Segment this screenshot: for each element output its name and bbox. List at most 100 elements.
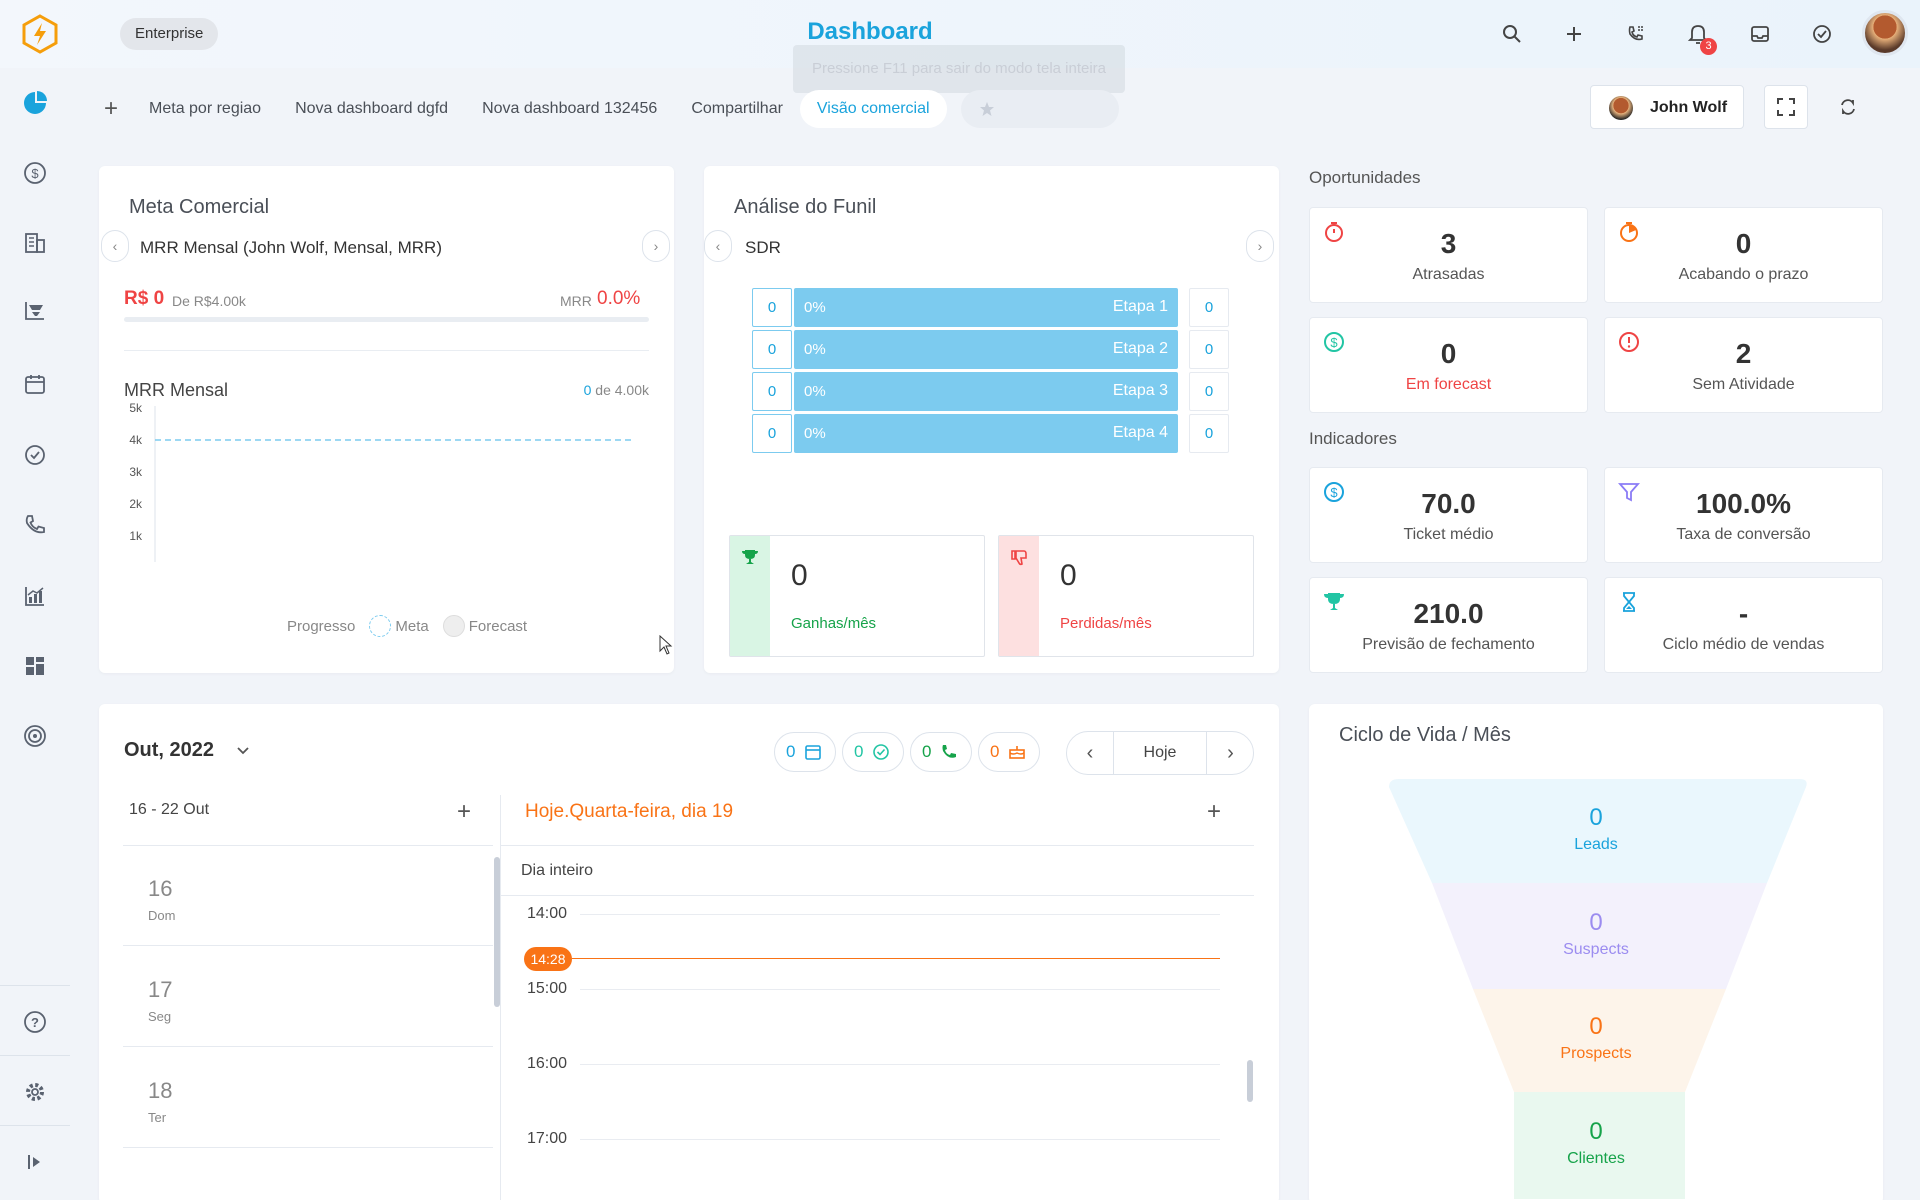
stage-label: Etapa 4 (1112, 424, 1168, 441)
building-icon[interactable] (17, 225, 53, 261)
expand-sidebar-icon[interactable] (17, 1144, 53, 1180)
events-count-button[interactable]: 0 (774, 732, 836, 772)
em-forecast-card[interactable]: $ 0 Em forecast (1309, 317, 1588, 413)
chevron-down-icon[interactable] (236, 746, 250, 756)
ticket-medio-card[interactable]: $ 70.0 Ticket médio (1309, 467, 1588, 563)
inbox-icon[interactable] (1742, 16, 1778, 52)
acabando-prazo-card[interactable]: 0 Acabando o prazo (1604, 207, 1883, 303)
radar-icon[interactable] (17, 718, 53, 754)
clientes-label: Clientes (1567, 1150, 1625, 1167)
fullscreen-button[interactable] (1764, 85, 1808, 129)
refresh-icon (1841, 99, 1855, 115)
legend-forecast[interactable]: Forecast (469, 618, 527, 635)
add-tab-button[interactable]: + (90, 95, 132, 123)
day-view-scrollbar[interactable] (1247, 1060, 1253, 1102)
analytics-icon[interactable] (17, 578, 53, 614)
tab-compartilhar[interactable]: Compartilhar (674, 90, 800, 128)
add-event-day-button[interactable]: + (1207, 798, 1221, 826)
previsao-fechamento-card[interactable]: 210.0 Previsão de fechamento (1309, 577, 1588, 673)
lifecycle-leads[interactable]: 0 Leads (1309, 804, 1883, 854)
legend-meta[interactable]: Meta (395, 618, 428, 635)
stage-count: 0 (752, 288, 792, 327)
svg-text:$: $ (31, 166, 39, 181)
calls-count-button[interactable]: 0 (910, 732, 972, 772)
atrasadas-card[interactable]: 3 Atrasadas (1309, 207, 1588, 303)
lost-card[interactable]: 0 Perdidas/mês (998, 535, 1254, 657)
check-circle-icon[interactable] (1804, 16, 1840, 52)
meta-of-value: De R$4.00k (172, 293, 246, 309)
prev-week-button[interactable]: ‹ (1067, 732, 1114, 774)
day-number: 18 (148, 1078, 173, 1103)
legend-progresso[interactable]: Progresso (287, 618, 355, 635)
hour-label: 14:00 (527, 905, 568, 922)
funnel-chart-icon[interactable] (17, 292, 53, 328)
phone-icon[interactable] (17, 507, 53, 543)
calendar-month[interactable]: Out, 2022 (124, 739, 214, 762)
clientes-value: 0 (1589, 1118, 1603, 1145)
legend-meta-swatch (369, 615, 392, 637)
add-event-week-button[interactable]: + (457, 798, 471, 826)
help-icon[interactable]: ? (17, 1004, 53, 1040)
day-row[interactable]: 17 Seg (123, 947, 493, 1047)
stage-bar: 0% Etapa 4 (794, 414, 1178, 453)
user-filter-button[interactable]: John Wolf (1590, 85, 1744, 129)
user-avatar[interactable] (1862, 10, 1908, 56)
plan-badge: Enterprise (120, 18, 219, 50)
search-icon[interactable] (1494, 16, 1530, 52)
leads-label: Leads (1574, 836, 1618, 853)
meta-selector[interactable]: MRR Mensal (John Wolf, Mensal, MRR) (140, 238, 442, 258)
prev-arrow-button[interactable]: ‹ (101, 230, 129, 262)
taxa-conversao-label: Taxa de conversão (1676, 526, 1811, 543)
calendar-icon (805, 745, 821, 760)
sem-atividade-card[interactable]: 2 Sem Atividade (1604, 317, 1883, 413)
lost-value: 0 (1060, 559, 1077, 592)
pipeline-selector[interactable]: SDR (745, 238, 781, 258)
lifecycle-clientes[interactable]: 0 Clientes (1309, 1118, 1883, 1168)
prev-arrow-button[interactable]: ‹ (704, 230, 732, 262)
suspects-label: Suspects (1563, 941, 1629, 958)
meta-progress-bar (124, 317, 649, 322)
bell-icon[interactable]: 3 (1680, 16, 1717, 55)
stage-label: Etapa 1 (1112, 298, 1168, 315)
favorite-tab[interactable] (960, 90, 1119, 128)
lost-strip (999, 536, 1039, 656)
lifecycle-suspects[interactable]: 0 Suspects (1309, 909, 1883, 959)
day-row[interactable]: 16 Dom (123, 846, 493, 946)
day-row[interactable]: 18 Ter (123, 1048, 493, 1148)
taxa-conversao-card[interactable]: 100.0% Taxa de conversão (1604, 467, 1883, 563)
add-icon[interactable] (1556, 16, 1592, 52)
card-title: Meta Comercial (129, 196, 270, 218)
task-check-icon[interactable] (17, 437, 53, 473)
refresh-button[interactable] (1826, 85, 1870, 129)
next-week-button[interactable]: › (1206, 732, 1254, 774)
dollar-icon[interactable]: $ (17, 155, 53, 191)
leads-value: 0 (1589, 804, 1603, 831)
lifecycle-card: Ciclo de Vida / Mês 0 Leads 0 Suspects 0… (1309, 704, 1883, 1200)
tab-nova-dashboard-132456[interactable]: Nova dashboard 132456 (465, 90, 674, 128)
tab-visao-comercial[interactable]: Visão comercial (799, 90, 947, 128)
sidebar-divider (0, 1055, 70, 1056)
won-card[interactable]: 0 Ganhas/mês (729, 535, 985, 657)
fullscreen-icon (1777, 98, 1795, 116)
next-arrow-button[interactable]: › (1246, 230, 1274, 262)
ciclo-medio-card[interactable]: - Ciclo médio de vendas (1604, 577, 1883, 673)
tasks-count-button[interactable]: 0 (842, 732, 904, 772)
dashboard-pie-icon[interactable] (17, 85, 53, 121)
tab-nova-dashboard-dgfd[interactable]: Nova dashboard dgfd (278, 90, 465, 128)
calendar-nav: ‹ Hoje › (1066, 731, 1254, 775)
widgets-icon[interactable] (17, 648, 53, 684)
app-logo-icon[interactable] (20, 14, 60, 54)
calendar-icon[interactable] (17, 366, 53, 402)
today-button[interactable]: Hoje (1114, 732, 1206, 774)
lifecycle-prospects[interactable]: 0 Prospects (1309, 1013, 1883, 1063)
current-time-line (572, 958, 1220, 959)
current-time-badge: 14:28 (524, 947, 572, 971)
dialpad-phone-icon[interactable] (1618, 16, 1654, 52)
gear-icon[interactable] (17, 1074, 53, 1110)
ciclo-medio-value: - (1738, 598, 1749, 629)
next-arrow-button[interactable]: › (642, 230, 670, 262)
tab-meta-por-regiao[interactable]: Meta por regiao (132, 90, 278, 128)
progress-num: 0 (583, 382, 592, 398)
birthdays-count-button[interactable]: 0 (978, 732, 1040, 772)
stage-end-count: 0 (1189, 414, 1229, 453)
